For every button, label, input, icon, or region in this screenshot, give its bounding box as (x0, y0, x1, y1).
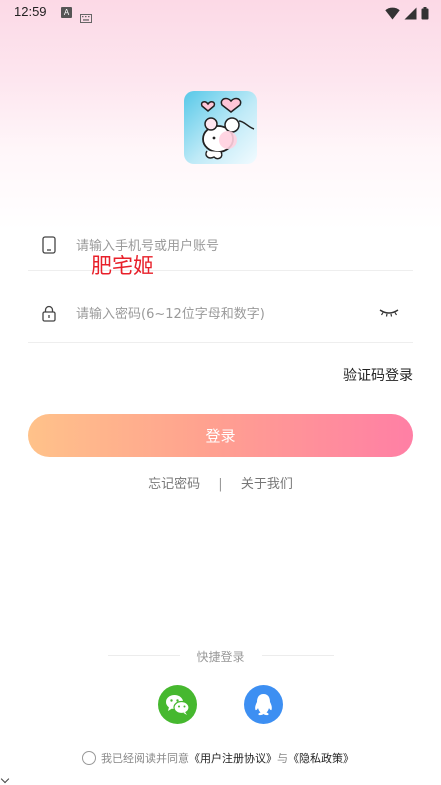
signal-icon (404, 5, 417, 24)
eye-closed-icon[interactable] (377, 303, 401, 321)
battery-icon (421, 5, 429, 24)
wifi-icon (385, 5, 400, 24)
phone-field-row (28, 222, 413, 271)
lock-icon (42, 305, 56, 326)
agreement-row: 我已经阅读并同意 《用户注册协议》 与 《隐私政策》 (82, 749, 354, 767)
agreement-prefix: 我已经阅读并同意 (101, 752, 189, 765)
a-notification-icon: A (61, 7, 72, 18)
sms-login-link[interactable]: 验证码登录 (343, 365, 413, 385)
qq-login-button[interactable] (244, 685, 283, 724)
user-agreement-link[interactable]: 《用户注册协议》 (189, 750, 277, 766)
qq-icon (255, 694, 272, 716)
agreement-connector: 与 (277, 752, 288, 765)
app-logo (184, 91, 257, 164)
password-field-row (28, 289, 413, 343)
forgot-password-link[interactable]: 忘记密码 (148, 473, 200, 492)
phone-icon (42, 236, 56, 258)
wechat-icon (166, 695, 190, 715)
status-bar: 12:59 A (0, 0, 441, 26)
overlay-label: 肥宅姬 (91, 254, 154, 278)
corner-arrow-icon (0, 774, 10, 784)
wechat-login-button[interactable] (158, 685, 197, 724)
status-right-icons (385, 5, 429, 24)
status-time: 12:59 (14, 4, 47, 19)
privacy-policy-link[interactable]: 《隐私政策》 (288, 750, 354, 766)
login-button[interactable]: 登录 (28, 414, 413, 457)
keyboard-icon (80, 8, 92, 27)
agreement-checkbox[interactable] (82, 751, 96, 765)
about-us-link[interactable]: 关于我们 (241, 473, 293, 492)
password-input[interactable] (76, 302, 376, 326)
secondary-links: 忘记密码 | 关于我们 (0, 473, 441, 492)
quick-login-label: 快捷登录 (196, 650, 245, 664)
link-separator: | (218, 477, 223, 492)
bear-hearts-logo-icon (200, 97, 255, 160)
